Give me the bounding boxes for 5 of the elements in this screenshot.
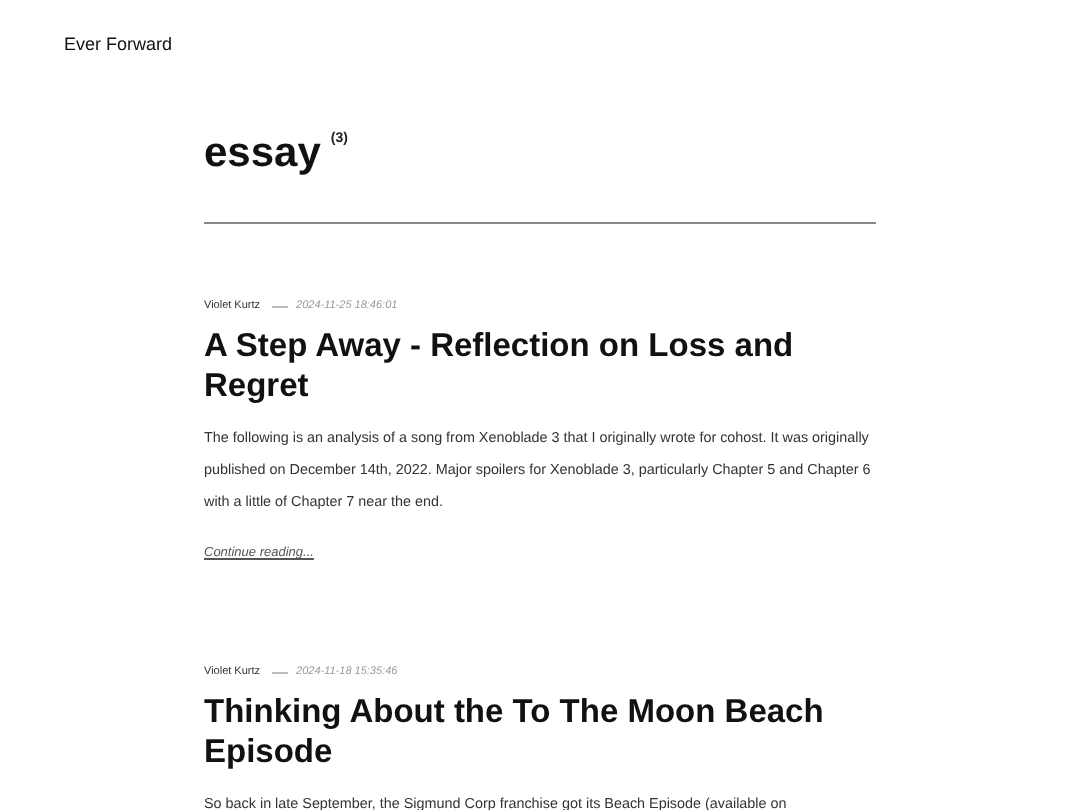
post-title[interactable]: Thinking About the To The Moon Beach Episode: [204, 692, 876, 772]
site-title[interactable]: Ever Forward: [64, 34, 173, 54]
page-heading: essay: [204, 128, 321, 180]
post-title[interactable]: A Step Away - Reflection on Loss and Regret: [204, 326, 876, 406]
post-count: (3): [330, 132, 348, 146]
